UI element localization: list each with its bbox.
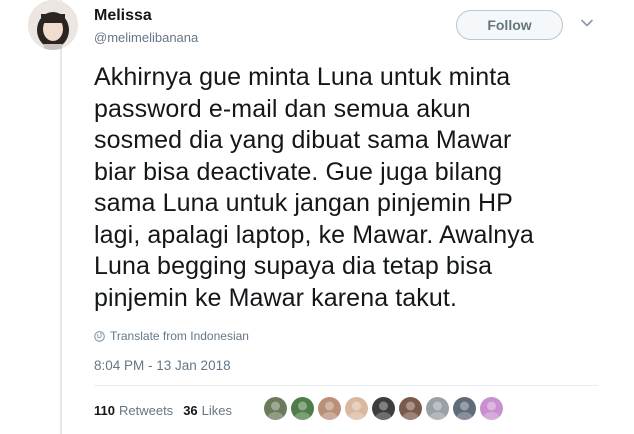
likes-stat[interactable]: 36 Likes — [183, 403, 232, 418]
follow-button[interactable]: Follow — [456, 10, 563, 40]
author-display-name[interactable]: Melissa — [94, 7, 152, 25]
liker-avatar-2[interactable] — [291, 397, 314, 420]
likes-label: Likes — [201, 403, 233, 418]
liker-avatar-7[interactable] — [426, 397, 449, 420]
likers-avatar-row — [264, 397, 507, 420]
liker-avatar-4[interactable] — [345, 397, 368, 420]
liker-avatar-5[interactable] — [372, 397, 395, 420]
retweets-label: Retweets — [118, 403, 174, 418]
avatar-image — [28, 0, 78, 50]
liker-avatar-3[interactable] — [318, 397, 341, 420]
avatar[interactable] — [28, 0, 78, 50]
translate-label: Translate from Indonesian — [110, 329, 249, 343]
liker-avatar-8[interactable] — [453, 397, 476, 420]
liker-avatar-1[interactable] — [264, 397, 287, 420]
tweet-text: Akhirnya gue minta Luna untuk minta pass… — [94, 63, 534, 312]
chevron-down-icon[interactable] — [580, 16, 594, 30]
liker-avatar-9[interactable] — [480, 397, 503, 420]
tweet-timestamp[interactable]: 8:04 PM - 13 Jan 2018 — [94, 358, 231, 373]
divider — [94, 385, 598, 386]
likes-count: 36 — [183, 403, 198, 418]
author-handle[interactable]: @melimelibanana — [94, 30, 198, 45]
retweets-stat[interactable]: 110 Retweets — [94, 403, 173, 418]
translate-link[interactable]: Translate from Indonesian — [94, 329, 249, 343]
tweet-stats: 110 Retweets 36 Likes — [94, 403, 242, 418]
globe-icon — [94, 330, 105, 342]
liker-avatar-6[interactable] — [399, 397, 422, 420]
retweets-count: 110 — [94, 403, 115, 418]
thread-line — [60, 0, 62, 434]
